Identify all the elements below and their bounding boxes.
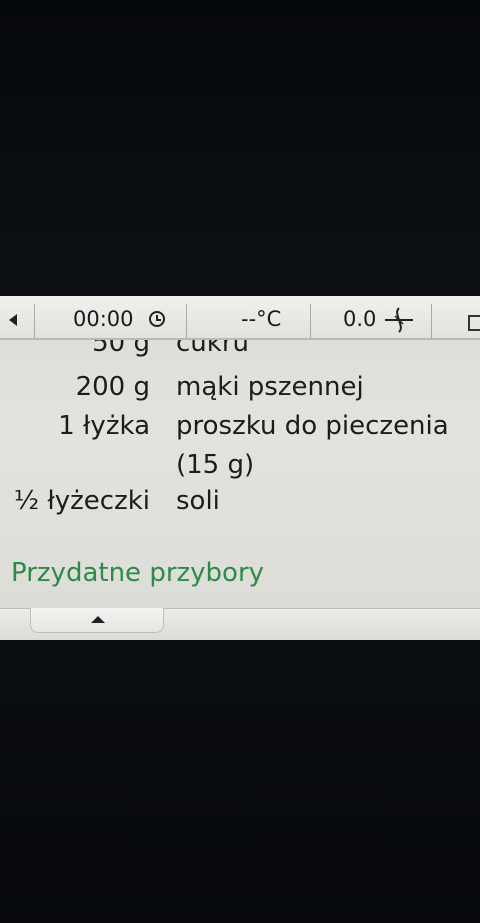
ingredient-name: soli <box>176 486 220 516</box>
menu-icon[interactable] <box>468 315 480 331</box>
device-screen: 00:00 --°C 0.0 50 g cukru 200 g mąki psz… <box>0 296 480 640</box>
fan-icon <box>385 307 413 333</box>
ingredient-name: cukru <box>176 340 249 358</box>
status-bar: 00:00 --°C 0.0 <box>0 296 480 340</box>
device-bezel-bottom <box>0 640 480 923</box>
temperature-value[interactable]: --°C <box>241 307 281 331</box>
ingredient-name: proszku do pieczenia <box>176 411 449 441</box>
ingredient-qty: 50 g <box>92 340 150 358</box>
status-separator <box>34 304 35 338</box>
section-title[interactable]: Przydatne przybory <box>11 557 264 589</box>
speed-value[interactable]: 0.0 <box>343 307 376 331</box>
ingredient-name: (15 g) <box>176 450 255 480</box>
ingredient-qty: 200 g <box>75 372 150 402</box>
list-item: 50 g cukru <box>0 340 480 360</box>
ingredient-qty: ½ łyżeczki <box>13 486 150 516</box>
timer-value[interactable]: 00:00 <box>73 307 134 331</box>
chevron-up-icon <box>91 616 105 623</box>
status-separator <box>431 304 432 338</box>
device-bezel-top <box>0 0 480 296</box>
clock-icon <box>149 311 165 327</box>
left-arrow-icon[interactable] <box>9 314 17 326</box>
collapse-tab[interactable] <box>30 608 164 633</box>
bottom-bar <box>0 608 480 640</box>
status-separator <box>310 304 311 338</box>
ingredient-qty: 1 łyżka <box>58 411 150 441</box>
ingredient-name: mąki pszennej <box>176 372 364 402</box>
status-separator <box>186 304 187 338</box>
